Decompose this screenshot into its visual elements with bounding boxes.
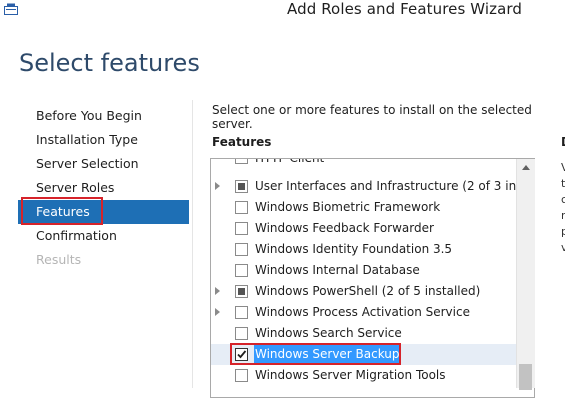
checkbox[interactable]: [235, 180, 248, 193]
nav-item-before-you-begin[interactable]: Before You Begin: [18, 104, 189, 128]
description-text: t: [561, 177, 565, 190]
divider: [192, 100, 193, 388]
checkbox[interactable]: [235, 243, 248, 256]
scroll-thumb[interactable]: [519, 364, 532, 390]
checkbox[interactable]: [235, 285, 248, 298]
expand-arrow-icon[interactable]: [215, 308, 220, 316]
expand-arrow-icon[interactable]: [215, 182, 220, 190]
title-bar: Add Roles and Features Wizard: [0, 0, 565, 22]
checkbox[interactable]: [235, 201, 248, 214]
description-text: c: [561, 193, 565, 206]
feature-row-identity-foundation[interactable]: Windows Identity Foundation 3.5: [211, 239, 521, 260]
feature-row-powershell[interactable]: Windows PowerShell (2 of 5 installed): [211, 281, 521, 302]
checkbox[interactable]: [235, 327, 248, 340]
app-icon: [4, 3, 18, 15]
feature-row-server-backup[interactable]: Windows Server Backup: [211, 344, 521, 365]
features-heading: Features: [212, 135, 272, 149]
feature-row-process-activation[interactable]: Windows Process Activation Service: [211, 302, 521, 323]
description-text: p: [561, 225, 565, 238]
checkbox[interactable]: [235, 369, 248, 382]
nav-item-confirmation[interactable]: Confirmation: [18, 224, 189, 248]
feature-row-biometric[interactable]: Windows Biometric Framework: [211, 197, 521, 218]
instructions-text: Select one or more features to install o…: [212, 103, 532, 131]
checkbox[interactable]: [235, 159, 248, 164]
checkbox[interactable]: [235, 306, 248, 319]
feature-row-user-interfaces[interactable]: User Interfaces and Infrastructure (2 of…: [211, 176, 534, 197]
scroll-up-arrow-icon[interactable]: [517, 159, 535, 176]
description-text: r: [561, 209, 565, 222]
nav-item-features[interactable]: Features: [18, 200, 189, 224]
description-text: V: [561, 161, 565, 174]
checkmark-icon: [237, 350, 247, 359]
nav-item-results: Results: [36, 252, 82, 267]
features-tree[interactable]: HTTP Client User Interfaces and Infrastr…: [210, 158, 535, 398]
nav-item-server-roles[interactable]: Server Roles: [18, 176, 189, 200]
description-heading: D: [561, 135, 565, 149]
checkbox[interactable]: [235, 264, 248, 277]
feature-row-feedback-forwarder[interactable]: Windows Feedback Forwarder: [211, 218, 521, 239]
checkbox-checked[interactable]: [235, 348, 248, 361]
window-title: Add Roles and Features Wizard: [287, 0, 523, 18]
page-title: Select features: [19, 49, 200, 77]
feature-row-search-service[interactable]: Windows Search Service: [211, 323, 521, 344]
checkbox[interactable]: [235, 222, 248, 235]
feature-row-migration-tools[interactable]: Windows Server Migration Tools: [211, 365, 521, 386]
description-text: v: [561, 241, 565, 254]
nav-item-installation-type[interactable]: Installation Type: [18, 128, 189, 152]
expand-arrow-icon[interactable]: [215, 287, 220, 295]
features-scrollbar[interactable]: [516, 159, 535, 390]
nav-item-server-selection[interactable]: Server Selection: [18, 152, 189, 176]
feature-row-internal-database[interactable]: Windows Internal Database: [211, 260, 521, 281]
